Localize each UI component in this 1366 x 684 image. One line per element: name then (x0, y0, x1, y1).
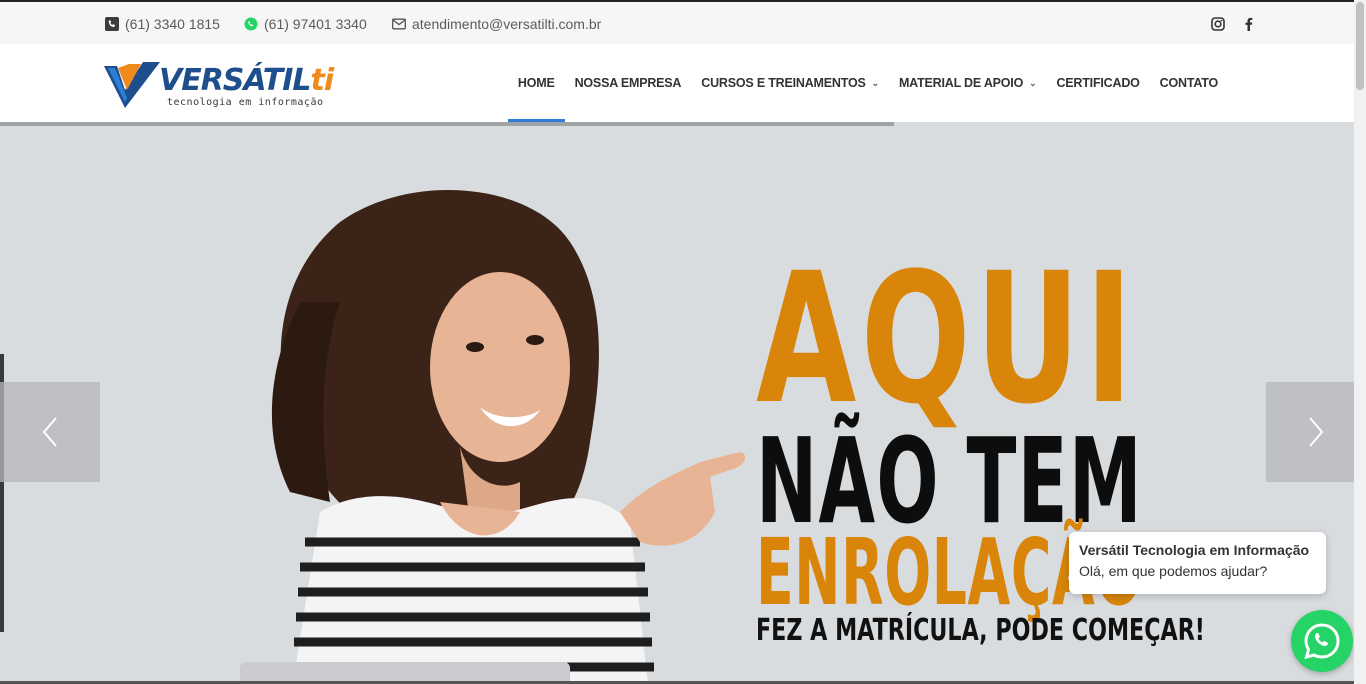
page-scrollbar[interactable] (1354, 0, 1366, 684)
main-header: VERSÁTILti tecnologia em informação HOME… (0, 44, 1354, 122)
slider-next-button[interactable] (1266, 382, 1354, 482)
phone-icon (105, 17, 119, 31)
chevron-right-icon (1309, 417, 1324, 447)
whatsapp-icon (1304, 623, 1340, 660)
facebook-icon[interactable] (1242, 17, 1256, 31)
logo-wordmark: VERSÁTILti (159, 63, 334, 98)
hero-subheadline: FEZ A MATRÍCULA, PODE COMEÇAR! (756, 613, 1205, 648)
whatsapp-icon (244, 17, 258, 31)
instagram-icon[interactable] (1211, 17, 1225, 31)
envelope-icon (392, 18, 406, 30)
chevron-down-icon: ⌄ (871, 77, 880, 88)
hero-slider: AQUI NÃO TEM ENROLAÇÃO FEZ A MATRÍCULA, … (0, 122, 1354, 684)
nav-contato[interactable]: CONTATO (1150, 44, 1228, 122)
chevron-down-icon: ⌄ (1029, 77, 1037, 88)
slider-progress-bar (0, 122, 894, 126)
chevron-left-icon (42, 417, 57, 447)
main-nav: HOME NOSSA EMPRESA CURSOS E TREINAMENTOS… (507, 44, 1228, 122)
whatsapp-contact[interactable]: (61) 97401 3340 (244, 16, 367, 32)
scrollbar-thumb[interactable] (1356, 2, 1364, 90)
nav-nossa-empresa[interactable]: NOSSA EMPRESA (565, 44, 692, 122)
nav-certificado[interactable]: CERTIFICADO (1046, 44, 1149, 122)
whatsapp-chat-title: Versátil Tecnologia em Informação (1079, 542, 1310, 558)
whatsapp-chat-button[interactable] (1291, 610, 1353, 672)
top-bar: (61) 3340 1815 (61) 97401 3340 atendimen… (0, 0, 1354, 44)
logo-tagline: tecnologia em informação (167, 97, 324, 108)
whatsapp-chat-bubble[interactable]: Versátil Tecnologia em Informação Olá, e… (1069, 532, 1326, 594)
phone-number: (61) 3340 1815 (125, 16, 220, 32)
slider-prev-button[interactable] (0, 382, 100, 482)
email-address: atendimento@versatilti.com.br (412, 16, 602, 32)
hero-woman-image (240, 189, 746, 684)
logo-v-mark (104, 62, 160, 108)
whatsapp-number: (61) 97401 3340 (264, 16, 367, 32)
whatsapp-chat-message: Olá, em que podemos ajudar? (1079, 563, 1268, 579)
phone-contact[interactable]: (61) 3340 1815 (105, 16, 220, 32)
nav-material-de-apoio[interactable]: MATERIAL DE APOIO ⌄ (889, 44, 1047, 122)
hero-headline-line1: AQUI (756, 235, 1138, 444)
email-contact[interactable]: atendimento@versatilti.com.br (392, 16, 601, 32)
nav-cursos-treinamentos[interactable]: CURSOS E TREINAMENTOS ⌄ (691, 44, 889, 122)
nav-home[interactable]: HOME (507, 44, 565, 122)
site-logo[interactable]: VERSÁTILti tecnologia em informação (103, 56, 343, 114)
